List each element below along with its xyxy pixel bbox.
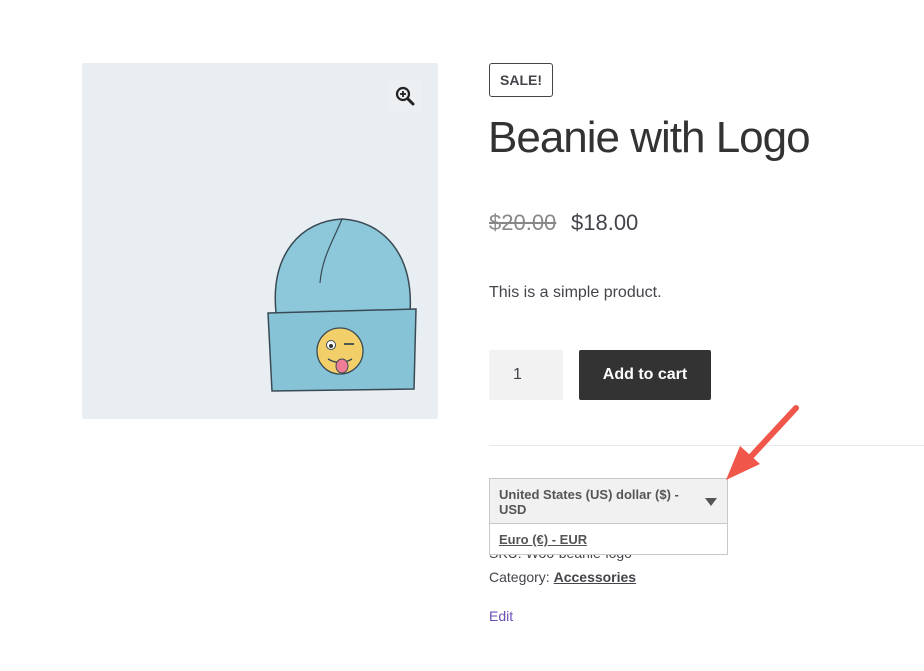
sale-price: $18.00 <box>571 210 639 235</box>
caret-down-icon <box>705 498 717 506</box>
annotation-arrow <box>726 405 799 480</box>
currency-option-eur[interactable]: Euro (€) - EUR <box>499 532 587 547</box>
product-category: Category: Accessories <box>489 569 636 585</box>
currency-dropdown[interactable]: Euro (€) - EUR <box>489 524 728 555</box>
category-link[interactable]: Accessories <box>554 569 637 585</box>
zoom-button[interactable] <box>388 79 422 113</box>
divider <box>489 445 924 446</box>
short-description: This is a simple product. <box>489 284 662 301</box>
quantity-input[interactable] <box>489 350 563 400</box>
add-to-cart-button[interactable]: Add to cart <box>579 350 711 400</box>
currency-select[interactable]: United States (US) dollar ($) - USD <box>489 478 728 524</box>
product-image[interactable] <box>82 63 438 419</box>
sale-badge: SALE! <box>489 63 553 97</box>
category-label: Category: <box>489 569 550 585</box>
regular-price: $20.00 <box>489 210 557 235</box>
currency-selected-value: United States (US) dollar ($) - USD <box>499 487 679 517</box>
edit-link[interactable]: Edit <box>489 608 513 624</box>
beanie-illustration <box>267 218 417 392</box>
zoom-in-icon <box>395 86 415 106</box>
product-title: Beanie with Logo <box>488 113 811 162</box>
